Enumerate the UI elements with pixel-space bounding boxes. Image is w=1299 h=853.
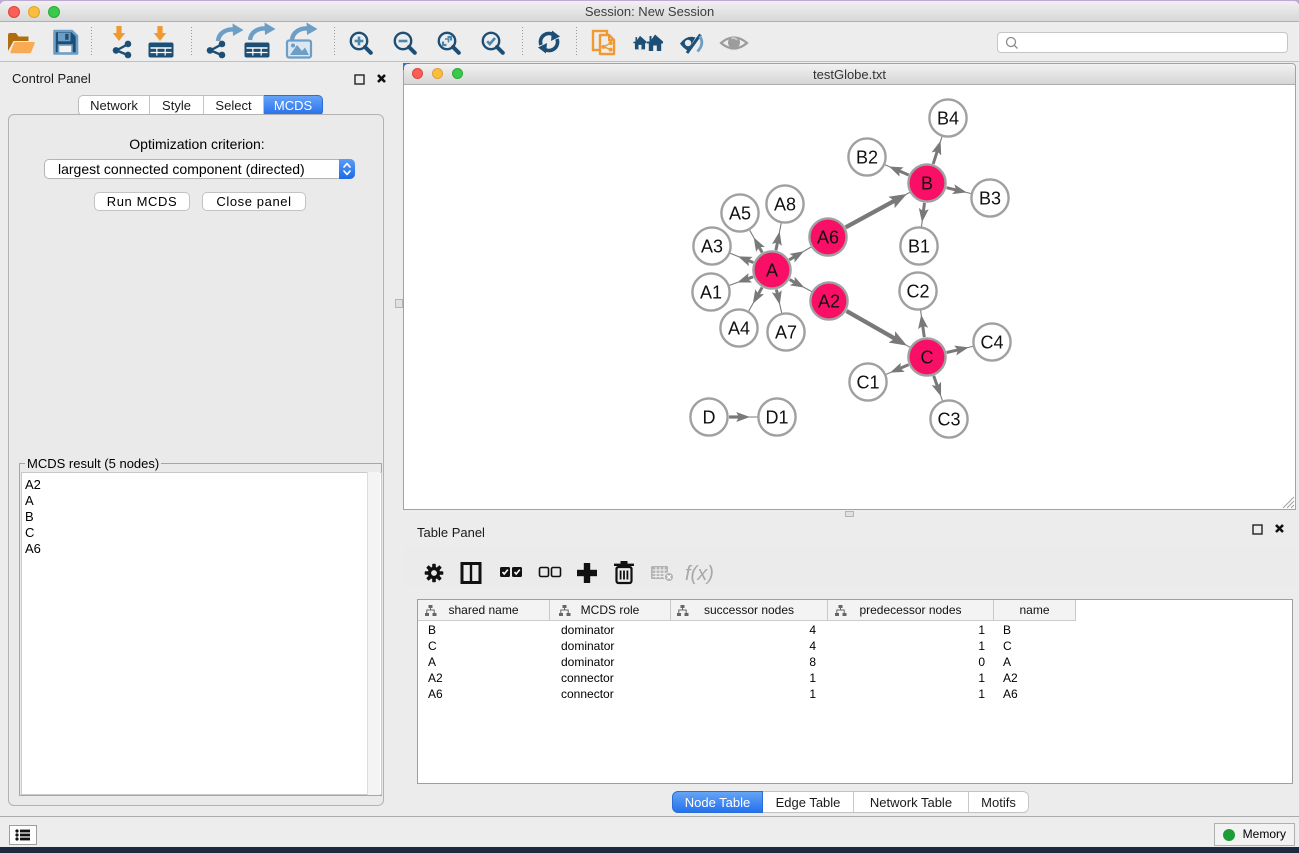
svg-text:A4: A4 (728, 319, 750, 339)
svg-text:A8: A8 (774, 195, 796, 215)
svg-text:B3: B3 (979, 189, 1001, 209)
svg-text:A: A (766, 261, 778, 281)
svg-text:D1: D1 (765, 408, 788, 428)
svg-text:C1: C1 (856, 373, 879, 393)
svg-text:A2: A2 (818, 292, 840, 312)
svg-text:C2: C2 (906, 282, 929, 302)
svg-text:D: D (703, 408, 716, 428)
svg-text:A7: A7 (775, 323, 797, 343)
svg-text:A6: A6 (817, 228, 839, 248)
svg-text:A1: A1 (700, 283, 722, 303)
svg-text:B: B (921, 174, 933, 194)
svg-text:B2: B2 (856, 148, 878, 168)
svg-text:B1: B1 (908, 237, 930, 257)
svg-text:C: C (921, 348, 934, 368)
svg-text:f(x): f(x) (685, 563, 714, 585)
svg-text:C4: C4 (980, 333, 1003, 353)
svg-text:A5: A5 (729, 204, 751, 224)
svg-text:A3: A3 (701, 237, 723, 257)
svg-text:C3: C3 (937, 410, 960, 430)
svg-text:B4: B4 (937, 109, 959, 129)
